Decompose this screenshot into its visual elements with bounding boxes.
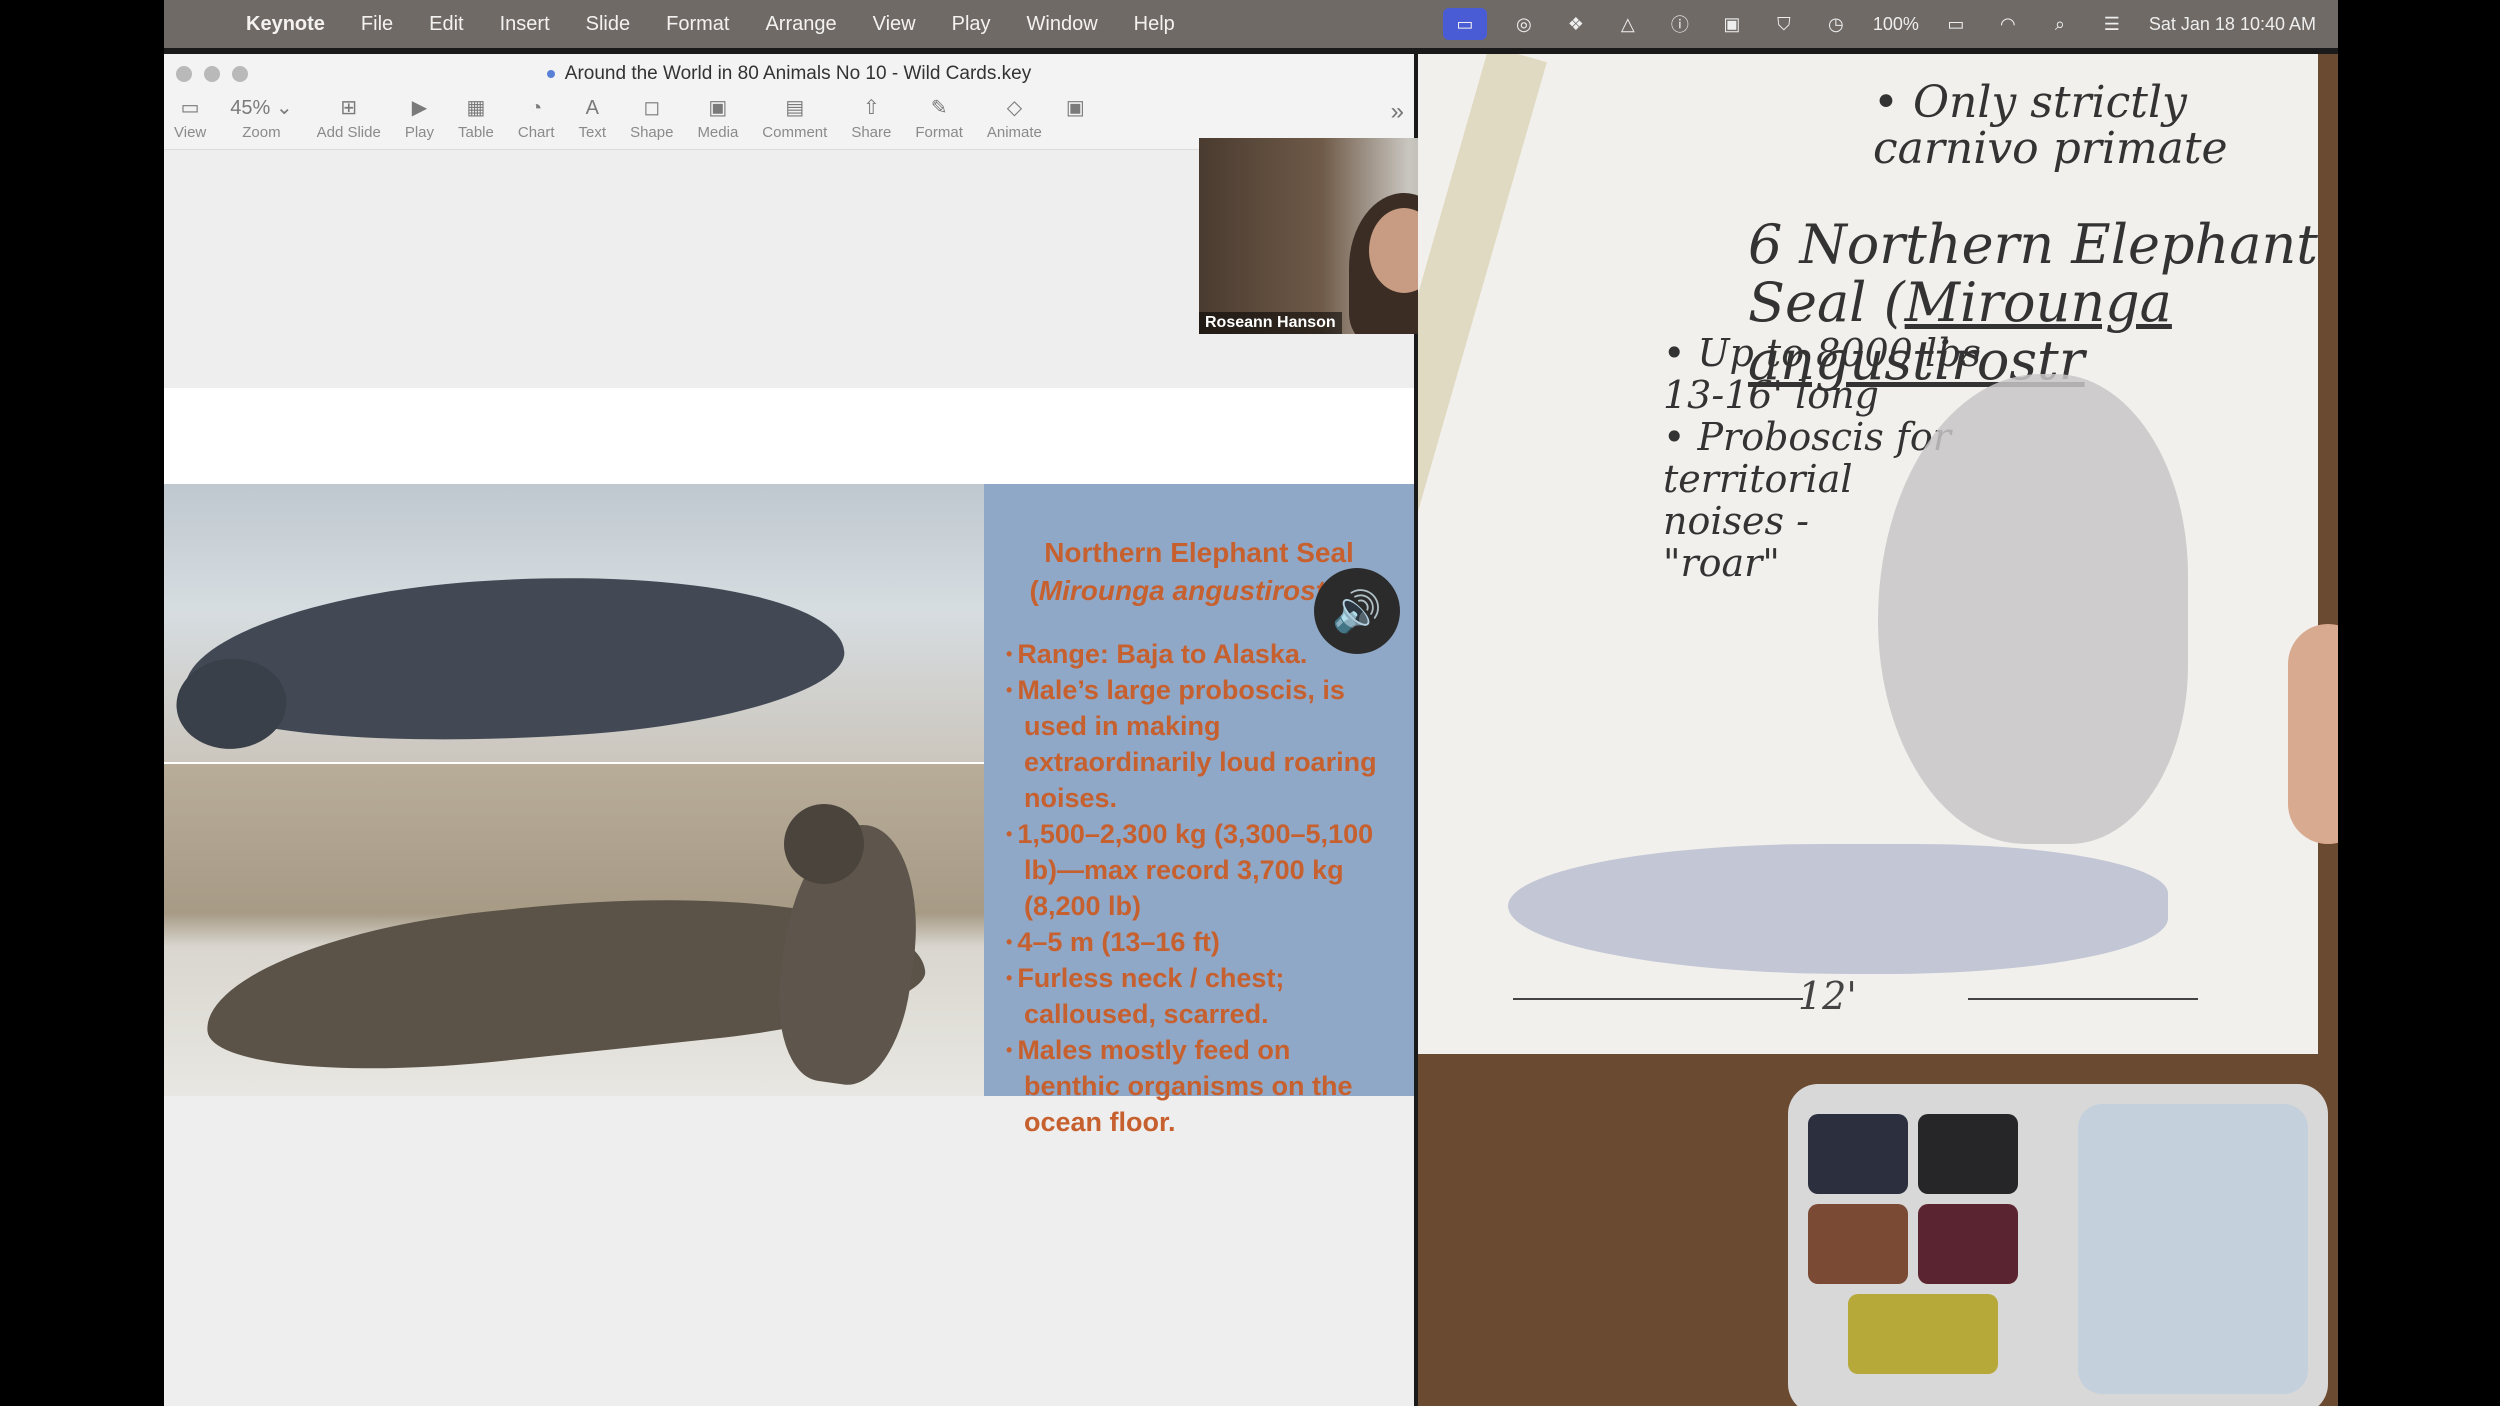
menu-format[interactable]: Format	[666, 13, 729, 36]
shield-icon[interactable]: ⛉	[1769, 11, 1799, 37]
menu-file[interactable]: File	[361, 13, 393, 36]
toolbar-add-slide[interactable]: ⊞ Add Slide	[317, 94, 381, 141]
menu-edit[interactable]: Edit	[429, 13, 463, 36]
menu-app-name[interactable]: Keynote	[246, 13, 325, 36]
document-icon: ▣	[1065, 97, 1085, 119]
text-icon: A	[585, 97, 599, 119]
screen: Keynote File Edit Insert Slide Format Ar…	[164, 0, 2338, 1406]
play-icon: ▶	[411, 97, 428, 119]
seal-lying-shape	[173, 556, 849, 762]
note-top: • Only strictly carnivo primate	[1873, 77, 2228, 174]
paint-pan-crimson	[1918, 1204, 2018, 1284]
document-title: Around the World in 80 Animals No 10 - W…	[564, 63, 1032, 84]
wifi-icon[interactable]: ◠	[1993, 11, 2023, 37]
seal-photo-beach	[164, 484, 984, 762]
media-icon: ▣	[708, 97, 728, 119]
toolbar-share[interactable]: ⇧ Share	[851, 94, 891, 141]
slide-bullet-list: Range: Baja to Alaska. Male’s large prob…	[1006, 636, 1392, 1140]
speaker-icon[interactable]: 🔊	[1314, 568, 1400, 654]
paint-pan-indigo	[1808, 1114, 1908, 1194]
menu-view[interactable]: View	[873, 13, 916, 36]
password-icon[interactable]: ⓘ	[1665, 11, 1695, 37]
control-center-icon[interactable]: ☰	[2097, 11, 2127, 37]
painted-lying-seal-shape	[1508, 844, 2168, 974]
note-number: 6	[1748, 213, 1783, 276]
drive-icon[interactable]: △	[1613, 11, 1643, 37]
animate-icon: ◇	[1006, 97, 1023, 119]
creative-cloud-icon[interactable]: ◎	[1509, 11, 1539, 37]
heading-scientific-name: Mirounga angustirostris	[1038, 575, 1360, 606]
menu-insert[interactable]: Insert	[500, 13, 550, 36]
add-slide-icon: ⊞	[340, 97, 358, 119]
bullet-feeding: Males mostly feed on benthic organisms o…	[1006, 1032, 1392, 1140]
toolbar-play[interactable]: ▶ Play	[405, 94, 434, 141]
toolbar-chart[interactable]: ◔ Chart	[518, 94, 555, 141]
edited-indicator-icon	[546, 69, 555, 78]
participant-name: Roseann Hanson	[1199, 312, 1342, 334]
toolbar-zoom[interactable]: 45% ⌄ Zoom	[230, 94, 292, 141]
share-icon: ⇧	[862, 97, 880, 119]
paint-pan-yellow	[1848, 1294, 1998, 1374]
bullet-weight: 1,500–2,300 kg (3,300–5,100 lb)—max reco…	[1006, 816, 1392, 924]
sketchbook-page: • Only strictly carnivo primate 6 Northe…	[1418, 54, 2318, 1054]
document-title-wrap: Around the World in 80 Animals No 10 - W…	[164, 63, 1414, 85]
note-title-line2a: Seal (	[1748, 271, 1905, 334]
toolbar-media[interactable]: ▣ Media	[697, 94, 738, 141]
status-area: ▭ ◎ ❖ △ ⓘ ▣ ⛉ ◷ 100% ▭ ◠ ⌕ ☰ Sat Jan 18 …	[1442, 0, 2316, 48]
watercolor-tin	[1788, 1084, 2328, 1406]
menu-window[interactable]: Window	[1027, 13, 1098, 36]
chart-icon: ◔	[530, 97, 543, 119]
paint-pan-brown	[1808, 1204, 1908, 1284]
slide[interactable]: Northern Elephant Seal (Mirounga angusti…	[164, 388, 1414, 1137]
clock[interactable]: Sat Jan 18 10:40 AM	[2149, 14, 2316, 35]
bullet-length: 4–5 m (13–16 ft)	[1006, 924, 1392, 960]
battery-icon[interactable]: ▭	[1941, 11, 1971, 37]
screen-share-icon[interactable]: ▭	[1442, 8, 1487, 40]
note-fact-line: • Up to 8000 lbs	[1663, 331, 1981, 375]
plant-painting-shape	[1418, 54, 1547, 601]
time-machine-icon[interactable]: ◷	[1821, 11, 1851, 37]
toolbar-text[interactable]: A Text	[579, 94, 607, 141]
toolbar-shape[interactable]: ◻ Shape	[630, 94, 673, 141]
table-icon: ▦	[466, 97, 486, 119]
toolbar-overflow-icon[interactable]: »	[1391, 98, 1404, 126]
shape-icon: ◻	[643, 97, 661, 119]
sidebar-icon: ▭	[180, 97, 200, 119]
seal-head-shape	[784, 804, 864, 884]
format-icon: ✎	[930, 97, 948, 119]
toolbar-animate[interactable]: ◇ Animate	[987, 94, 1042, 141]
toolbar-view[interactable]: ▭ View	[174, 94, 206, 141]
zoom-icon: 45% ⌄	[230, 97, 293, 119]
bullet-neck: Furless neck / chest; calloused, scarred…	[1006, 960, 1392, 1032]
menu-arrange[interactable]: Arrange	[765, 13, 836, 36]
menu-play[interactable]: Play	[952, 13, 991, 36]
comment-icon: ▤	[785, 97, 805, 119]
paint-pan-black	[1918, 1114, 2018, 1194]
dropbox-icon[interactable]: ❖	[1561, 11, 1591, 37]
bullet-proboscis: Male’s large proboscis, is used in makin…	[1006, 672, 1392, 816]
painting-hand-shape	[2288, 624, 2338, 844]
scale-line-right	[1968, 998, 2198, 1000]
watercolor-tin-lid	[2078, 1104, 2308, 1394]
notes-icon[interactable]: ▣	[1717, 11, 1747, 37]
toolbar-table[interactable]: ▦ Table	[458, 94, 494, 141]
note-title-line1: Northern Elephant	[1799, 213, 2318, 276]
slide-canvas: Northern Elephant Seal (Mirounga angusti…	[164, 150, 1414, 1406]
menu-bar: Keynote File Edit Insert Slide Format Ar…	[164, 0, 2338, 48]
menu-slide[interactable]: Slide	[586, 13, 630, 36]
toolbar-document[interactable]: ▣	[1066, 94, 1085, 124]
toolbar-comment[interactable]: ▤ Comment	[762, 94, 827, 141]
menu-help[interactable]: Help	[1134, 13, 1175, 36]
search-icon[interactable]: ⌕	[2045, 11, 2075, 37]
seal-photo-upright	[164, 764, 984, 1096]
note-fact-line: 13-16' long	[1663, 373, 1879, 417]
sketchbook-video: • Only strictly carnivo primate 6 Northe…	[1418, 54, 2338, 1406]
window-titlebar[interactable]: Around the World in 80 Animals No 10 - W…	[164, 54, 1414, 94]
scale-line-left	[1513, 998, 1803, 1000]
scale-label: 12'	[1798, 974, 1857, 1018]
battery-percent: 100%	[1872, 13, 1919, 34]
toolbar-format[interactable]: ✎ Format	[915, 94, 963, 141]
heading-common-name: Northern Elephant Seal	[1044, 537, 1354, 568]
